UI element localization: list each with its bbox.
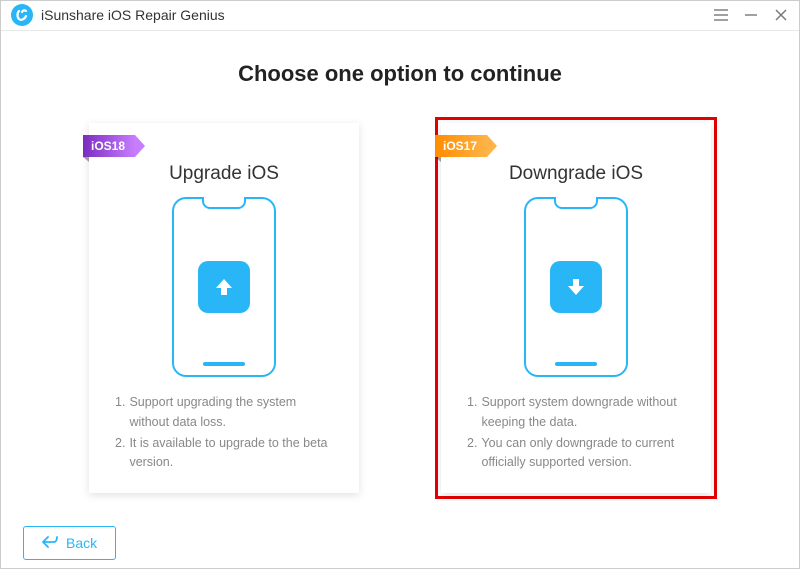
downgrade-phone-icon [524,197,628,378]
upgrade-desc-1: Support upgrading the system without dat… [129,393,333,432]
upgrade-phone-icon [172,197,276,378]
upgrade-description: 1.Support upgrading the system without d… [109,393,339,475]
menu-icon[interactable] [713,7,729,23]
upgrade-card-wrap: iOS18 Upgrade iOS 1.Support upg [83,117,365,499]
window-controls [713,7,789,23]
upgrade-card[interactable]: iOS18 Upgrade iOS 1.Support upg [89,123,359,493]
back-label: Back [66,535,97,551]
option-cards: iOS18 Upgrade iOS 1.Support upg [51,117,749,499]
back-button[interactable]: Back [23,526,116,560]
footer: Back [1,519,799,568]
app-window: iSunshare iOS Repair Genius Choose one o… [0,0,800,569]
back-arrow-icon [42,535,58,552]
downgrade-card-wrap: iOS17 Downgrade iOS 1.Support s [435,117,717,499]
upgrade-title: Upgrade iOS [169,163,279,185]
close-icon[interactable] [773,7,789,23]
arrow-down-icon [550,261,602,313]
minimize-icon[interactable] [743,7,759,23]
app-title: iSunshare iOS Repair Genius [41,7,713,23]
downgrade-ribbon-label: iOS17 [443,139,477,153]
upgrade-ribbon-label: iOS18 [91,139,125,153]
downgrade-desc-1: Support system downgrade without keeping… [481,393,685,432]
downgrade-title: Downgrade iOS [509,163,643,185]
titlebar: iSunshare iOS Repair Genius [1,1,799,31]
upgrade-ribbon: iOS18 [83,135,135,157]
downgrade-description: 1.Support system downgrade without keepi… [461,393,691,475]
upgrade-desc-2: It is available to upgrade to the beta v… [129,434,333,473]
downgrade-desc-2: You can only downgrade to current offici… [481,434,685,473]
downgrade-card[interactable]: iOS17 Downgrade iOS 1.Support s [441,123,711,493]
app-logo-icon [11,4,33,26]
content-area: Choose one option to continue iOS18 Upgr… [1,31,799,519]
arrow-up-icon [198,261,250,313]
page-heading: Choose one option to continue [238,61,562,87]
downgrade-ribbon: iOS17 [435,135,487,157]
